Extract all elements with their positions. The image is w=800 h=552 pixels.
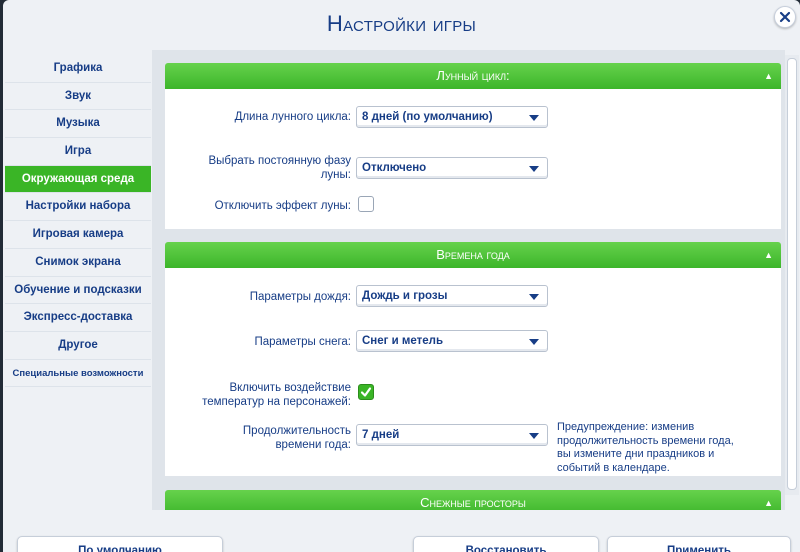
chevron-down-icon: [529, 433, 539, 439]
reset-default-button[interactable]: По умолчанию: [17, 536, 223, 552]
chevron-up-icon: ▲: [764, 498, 773, 508]
warning-line4: событий в календаре.: [557, 461, 670, 474]
fixed-phase-label: Выбрать постоянную фазу луны:: [165, 154, 351, 182]
sidebar-item-accessibility[interactable]: Специальные возможности: [5, 360, 151, 388]
settings-content: Лунный цикл: ▲ Длина лунного цикла: 8 дн…: [152, 50, 785, 510]
snow-label: Параметры снега:: [254, 336, 351, 348]
sidebar-item-environment[interactable]: Окружающая среда: [5, 165, 151, 194]
season-length-label: Продолжительность времени года:: [165, 424, 351, 452]
sidebar-item-sound[interactable]: Звук: [5, 83, 151, 111]
sidebar-nav: Графика Звук Музыка Игра Окружающая сред…: [5, 55, 151, 388]
sidebar-item-music[interactable]: Музыка: [5, 110, 151, 139]
cycle-length-label: Длина лунного цикла:: [234, 111, 351, 123]
sidebar-item-pack-settings[interactable]: Настройки набора: [5, 193, 151, 222]
content-scrollbar[interactable]: [785, 55, 799, 495]
apply-button[interactable]: Применить: [607, 536, 791, 552]
sidebar-item-game[interactable]: Игра: [5, 138, 151, 166]
warning-line3: вы измените дни праздников и: [557, 448, 715, 460]
chevron-down-icon: [529, 166, 539, 172]
sidebar-item-express-delivery[interactable]: Экспресс-доставка: [5, 304, 151, 332]
season-length-warning: Предупреждение: изменив продолжительност…: [557, 421, 772, 475]
fixed-phase-value: Отключено: [362, 162, 427, 174]
snow-value: Снег и метель: [362, 335, 444, 347]
chevron-up-icon: ▲: [764, 250, 773, 260]
fixed-phase-dropdown[interactable]: Отключено: [356, 157, 548, 179]
snowy-escape-title: Снежные просторы: [420, 495, 526, 510]
season-length-dropdown[interactable]: 7 дней: [356, 424, 548, 446]
settings-dialog: Настройки игры Графика Звук Музыка Игра …: [3, 0, 800, 552]
window-frame: Настройки игры Графика Звук Музыка Игра …: [0, 0, 800, 552]
lunar-cycle-header[interactable]: Лунный цикл: ▲: [165, 63, 781, 89]
rain-dropdown[interactable]: Дождь и грозы: [356, 285, 548, 307]
temperature-effect-label-line2: температур на персонажей:: [202, 396, 351, 408]
lunar-cycle-panel: Длина лунного цикла: 8 дней (по умолчани…: [165, 89, 781, 229]
sidebar-item-camera[interactable]: Игровая камера: [5, 221, 151, 249]
season-length-label-line1: Продолжительность: [242, 425, 351, 437]
cycle-length-dropdown[interactable]: 8 дней (по умолчанию): [356, 106, 548, 128]
sidebar-item-other[interactable]: Другое: [5, 332, 151, 360]
seasons-header[interactable]: Времена года ▲: [165, 242, 781, 268]
chevron-down-icon: [529, 294, 539, 300]
rain-label: Параметры дождя:: [249, 291, 351, 303]
season-length-value: 7 дней: [362, 429, 400, 441]
scrollbar-thumb[interactable]: [787, 58, 797, 490]
chevron-down-icon: [529, 339, 539, 345]
warning-line1: Предупреждение: изменив: [557, 421, 695, 433]
warning-line2: продолжительность времени года,: [557, 434, 734, 447]
page-title: Настройки игры: [326, 11, 477, 36]
chevron-up-icon: ▲: [764, 71, 773, 81]
close-button[interactable]: [774, 6, 796, 28]
rain-value: Дождь и грозы: [362, 290, 448, 302]
seasons-title: Времена года: [436, 247, 510, 262]
checkmark-icon: [360, 387, 372, 397]
seasons-panel: Параметры дождя: Дождь и грозы Параметры…: [165, 268, 781, 476]
sidebar-item-tutorial[interactable]: Обучение и подсказки: [5, 277, 151, 305]
snow-dropdown[interactable]: Снег и метель: [356, 330, 548, 352]
sidebar-item-screenshot[interactable]: Снимок экрана: [5, 249, 151, 277]
restore-button[interactable]: Восстановить: [413, 536, 599, 552]
snowy-escape-header[interactable]: Снежные просторы ▲: [165, 490, 781, 510]
chevron-down-icon: [529, 115, 539, 121]
lunar-cycle-title: Лунный цикл:: [436, 68, 510, 83]
sidebar-item-graphics[interactable]: Графика: [5, 55, 151, 83]
close-icon: [779, 11, 791, 23]
fixed-phase-label-line1: Выбрать постоянную фазу: [208, 155, 351, 167]
cycle-length-value: 8 дней (по умолчанию): [362, 111, 493, 123]
season-length-label-line2: времени года:: [275, 439, 351, 451]
disable-moon-effect-label: Отключить эффект луны:: [214, 200, 351, 212]
temperature-effect-label: Включить воздействие температур на персо…: [165, 381, 351, 409]
fixed-phase-label-line2: луны:: [320, 169, 351, 181]
temperature-effect-checkbox[interactable]: [358, 384, 374, 400]
dialog-footer: По умолчанию Восстановить Применить: [3, 510, 800, 552]
disable-moon-effect-checkbox[interactable]: [358, 196, 374, 212]
temperature-effect-label-line1: Включить воздействие: [229, 382, 351, 394]
